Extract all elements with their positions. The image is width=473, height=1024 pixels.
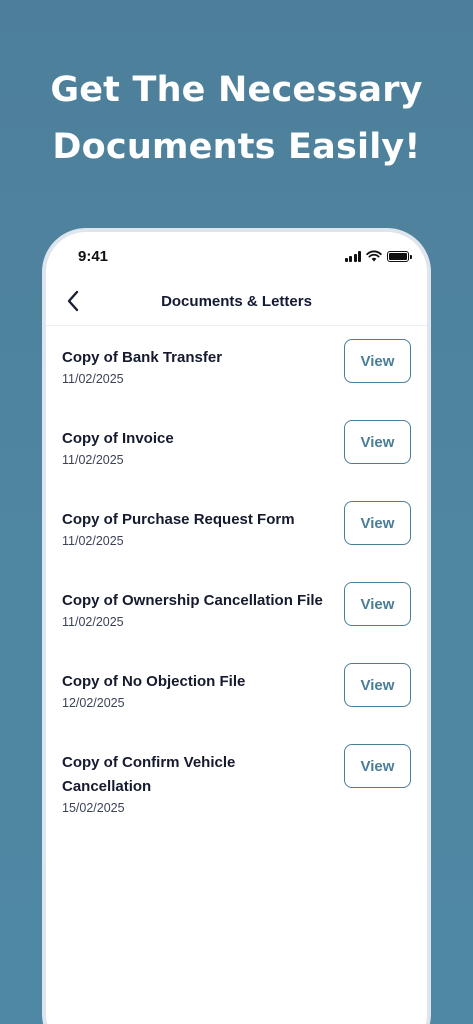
document-date: 11/02/2025 <box>62 534 124 548</box>
document-item-bank-transfer: Copy of Bank Transfer 11/02/2025 View <box>46 326 427 407</box>
battery-icon <box>387 250 412 262</box>
document-date: 15/02/2025 <box>62 801 125 815</box>
promo-headline: Get The Necessary Documents Easily! <box>0 62 473 176</box>
view-button[interactable]: View <box>344 420 411 464</box>
document-title: Copy of Ownership Cancellation File <box>62 592 323 609</box>
status-bar: 9:41 <box>46 232 427 280</box>
document-date: 11/02/2025 <box>62 453 124 467</box>
document-title: Copy of Purchase Request Form <box>62 511 295 528</box>
view-button[interactable]: View <box>344 582 411 626</box>
document-title: Copy of Invoice <box>62 430 174 447</box>
document-item-no-objection: Copy of No Objection File 12/02/2025 Vie… <box>46 650 427 731</box>
document-title: Copy of Bank Transfer <box>62 349 223 366</box>
document-title: Copy of Confirm Vehicle Cancellation <box>62 754 236 795</box>
page-title: Documents & Letters <box>161 293 312 310</box>
document-item-confirm-vehicle-cancellation: Copy of Confirm Vehicle Cancellation 15/… <box>46 731 427 831</box>
document-title: Copy of No Objection File <box>62 673 246 690</box>
wifi-icon <box>366 250 382 262</box>
document-item-ownership-cancellation: Copy of Ownership Cancellation File 11/0… <box>46 569 427 650</box>
document-list: Copy of Bank Transfer 11/02/2025 View Co… <box>46 326 427 831</box>
view-button[interactable]: View <box>344 501 411 545</box>
status-time: 9:41 <box>78 248 109 265</box>
promo-headline-line-1: Get The Necessary <box>50 70 423 110</box>
view-button[interactable]: View <box>344 339 411 383</box>
document-item-purchase-request-form: Copy of Purchase Request Form 11/02/2025… <box>46 488 427 569</box>
promo-headline-line-2: Documents Easily! <box>52 127 421 167</box>
document-item-invoice: Copy of Invoice 11/02/2025 View <box>46 407 427 488</box>
view-button[interactable]: View <box>344 744 411 788</box>
cellular-signal-icon <box>344 250 361 262</box>
status-icons <box>344 250 412 262</box>
view-button[interactable]: View <box>344 663 411 707</box>
document-date: 12/02/2025 <box>62 696 125 710</box>
navigation-bar: Documents & Letters <box>46 280 427 326</box>
document-date: 11/02/2025 <box>62 615 124 629</box>
phone-frame: 9:41 Documents & Letters Copy of Bank Tr… <box>42 228 431 1024</box>
document-date: 11/02/2025 <box>62 372 124 386</box>
